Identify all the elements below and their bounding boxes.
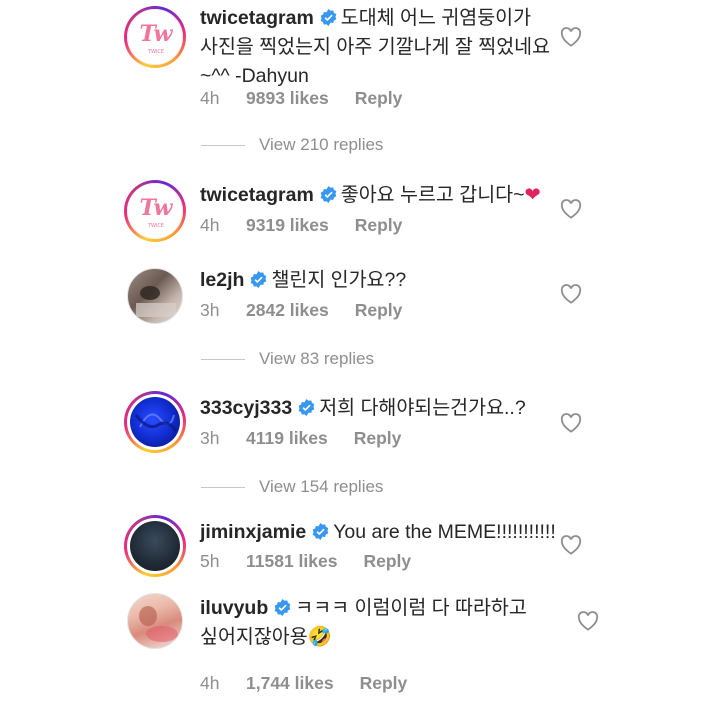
comment-meta: 4h 9319 likes Reply xyxy=(200,215,402,236)
comment-meta: 3h 2842 likes Reply xyxy=(200,300,402,321)
reply-button[interactable]: Reply xyxy=(355,300,403,321)
likes-count[interactable]: 9319 likes xyxy=(246,215,329,236)
likes-count[interactable]: 2842 likes xyxy=(246,300,329,321)
comment-text: 저희 다해야되는건가요..? xyxy=(319,397,526,419)
view-replies-label: View 83 replies xyxy=(259,349,374,368)
avatar[interactable] xyxy=(124,590,186,652)
username[interactable]: le2jh xyxy=(200,269,244,291)
reply-button[interactable]: Reply xyxy=(355,88,403,109)
timestamp: 5h xyxy=(200,551,220,571)
view-replies-button[interactable]: View 210 replies xyxy=(201,135,383,155)
verified-badge-icon xyxy=(312,523,329,540)
svg-text:Tw: Tw xyxy=(140,21,174,47)
comment-meta: 3h 4119 likes Reply xyxy=(200,428,401,449)
comment-text: 챌린지 인가요?? xyxy=(271,269,407,291)
timestamp: 4h xyxy=(200,88,220,108)
twice-logo-icon: Tw TWICE xyxy=(140,21,174,55)
comment-text: 싶어지잖아용 xyxy=(200,626,308,648)
comment-meta: 4h 9893 likes Reply xyxy=(200,88,402,109)
avatar[interactable] xyxy=(124,265,186,327)
avatar[interactable] xyxy=(124,391,186,453)
like-heart-icon[interactable] xyxy=(560,199,582,219)
timestamp: 4h xyxy=(200,673,220,693)
view-replies-button[interactable]: View 83 replies xyxy=(201,349,374,369)
verified-badge-icon xyxy=(274,599,291,616)
like-heart-icon[interactable] xyxy=(577,611,599,631)
comment-text: 사진을 찍었는지 아주 기깔나게 잘 찍었네요 xyxy=(200,36,551,58)
verified-badge-icon xyxy=(320,186,337,203)
comment-meta: 5h 11581 likes Reply xyxy=(200,551,411,572)
verified-badge-icon xyxy=(251,271,267,288)
view-replies-button[interactable]: View 154 replies xyxy=(201,477,383,497)
view-replies-label: View 210 replies xyxy=(259,135,384,154)
divider xyxy=(201,487,245,489)
red-heart-emoji: ❤ xyxy=(524,184,541,206)
divider xyxy=(201,359,245,361)
profile-photo-icon xyxy=(136,286,176,317)
svg-text:Tw: Tw xyxy=(140,195,174,221)
likes-count[interactable]: 9893 likes xyxy=(246,88,329,109)
comment-text: You are the MEME!!!!!!!!!!! xyxy=(333,521,556,543)
likes-count[interactable]: 4119 likes xyxy=(246,428,328,449)
username[interactable]: jiminxjamie xyxy=(200,521,306,543)
reply-button[interactable]: Reply xyxy=(354,428,402,449)
reply-button[interactable]: Reply xyxy=(360,673,408,694)
like-heart-icon[interactable] xyxy=(560,535,582,555)
like-heart-icon[interactable] xyxy=(560,284,582,304)
svg-text:TWICE: TWICE xyxy=(147,223,164,229)
divider xyxy=(201,145,245,147)
profile-photo-icon xyxy=(139,606,178,642)
profile-photo-icon xyxy=(134,413,178,432)
avatar[interactable] xyxy=(124,515,186,577)
comment-meta: 4h 1,744 likes Reply xyxy=(200,673,407,694)
reply-button[interactable]: Reply xyxy=(363,551,411,572)
timestamp: 4h xyxy=(200,215,220,235)
comment-text: ~^^ -Dahyun xyxy=(200,65,309,87)
view-replies-label: View 154 replies xyxy=(259,477,384,496)
comment-text: 좋아요 누르고 갑니다~ xyxy=(340,184,525,206)
avatar[interactable]: Tw TWICE xyxy=(124,180,186,242)
avatar[interactable]: Tw TWICE xyxy=(124,6,186,68)
username[interactable]: twicetagram xyxy=(200,184,314,206)
laughing-emoji: 🤣 xyxy=(307,626,332,648)
timestamp: 3h xyxy=(200,428,220,448)
comment-text: 도대체 어느 귀염둥이가 xyxy=(340,7,532,29)
likes-count[interactable]: 1,744 likes xyxy=(246,673,334,694)
username[interactable]: 333cyj333 xyxy=(200,397,292,419)
verified-badge-icon xyxy=(298,399,315,416)
reply-button[interactable]: Reply xyxy=(355,215,403,236)
likes-count[interactable]: 11581 likes xyxy=(246,551,337,572)
username[interactable]: twicetagram xyxy=(200,7,314,29)
svg-text:TWICE: TWICE xyxy=(147,49,164,55)
twice-logo-icon: Tw TWICE xyxy=(140,195,174,229)
username[interactable]: iluvyub xyxy=(200,597,268,619)
like-heart-icon[interactable] xyxy=(560,27,582,47)
like-heart-icon[interactable] xyxy=(560,413,582,433)
comment-text: ㅋㅋㅋ 이럼이럼 다 따라하고 xyxy=(295,597,527,619)
verified-badge-icon xyxy=(320,9,337,26)
timestamp: 3h xyxy=(200,300,220,320)
